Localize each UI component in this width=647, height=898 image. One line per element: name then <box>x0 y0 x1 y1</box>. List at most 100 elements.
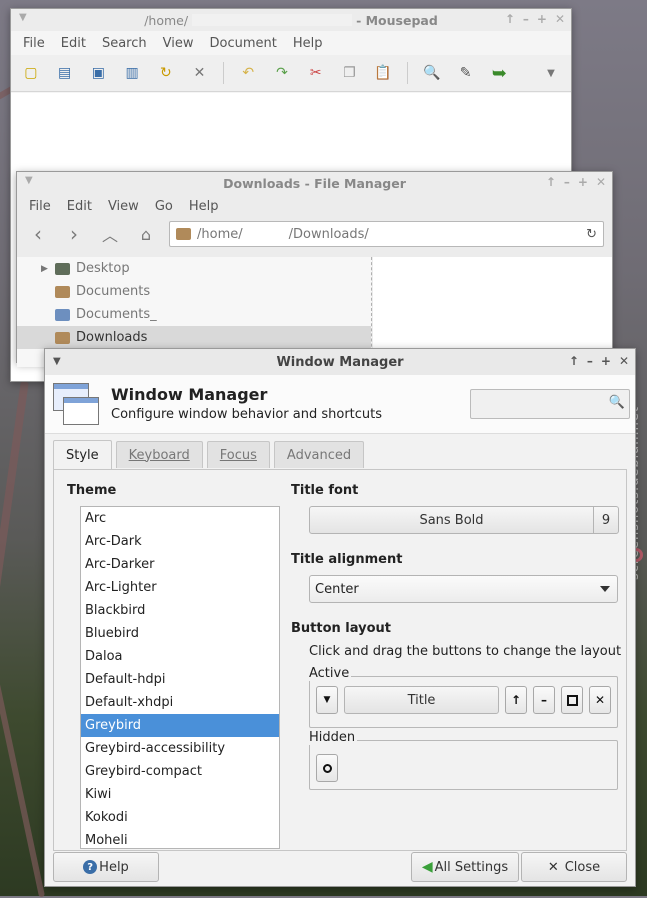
sidebar-item-downloads[interactable]: Downloads <box>17 326 371 349</box>
list-item-selected[interactable]: Greybird <box>81 714 279 737</box>
search-input[interactable]: 🔍 <box>470 389 630 419</box>
list-item[interactable]: Bluebird <box>81 622 279 645</box>
forward-icon[interactable]: › <box>61 222 87 246</box>
stick-button-slot[interactable] <box>316 754 338 782</box>
list-item[interactable]: Kokodi <box>81 806 279 829</box>
sidebar-item-documents[interactable]: Documents <box>17 280 371 303</box>
tab-keyboard[interactable]: Keyboard <box>115 441 203 468</box>
paste-icon[interactable]: 📋 <box>373 63 393 84</box>
maximize-icon <box>566 694 578 706</box>
overflow-arrow-icon[interactable]: ▼ <box>541 63 561 84</box>
window-menu-icon[interactable]: ▼ <box>53 356 61 367</box>
shade-icon[interactable]: ↑ <box>569 354 579 368</box>
menu-file[interactable]: File <box>21 199 59 214</box>
open-file-icon[interactable]: ▤ <box>55 63 75 84</box>
title-font-button[interactable]: Sans Bold <box>309 506 594 534</box>
close-button-label: Close <box>564 859 601 875</box>
list-item[interactable]: Greybird-accessibility <box>81 737 279 760</box>
menu-view[interactable]: View <box>155 36 202 51</box>
location-bar[interactable]: /home/ /Downloads/ ↻ <box>169 221 604 247</box>
list-item[interactable]: Daloa <box>81 645 279 668</box>
reload-icon[interactable]: ↻ <box>156 63 176 84</box>
dialog-header: Window Manager Configure window behavior… <box>45 375 635 434</box>
list-item[interactable]: Moheli <box>81 829 279 848</box>
menu-document[interactable]: Document <box>201 36 284 51</box>
back-icon[interactable]: ‹ <box>25 222 51 246</box>
menu-button-slot[interactable]: ▼ <box>316 686 338 714</box>
tab-advanced[interactable]: Advanced <box>273 441 365 468</box>
close-icon: ✕ <box>594 693 606 707</box>
close-icon[interactable]: ✕ <box>596 175 606 189</box>
close-icon[interactable]: ✕ <box>190 63 210 84</box>
window-menu-icon[interactable]: ▼ <box>19 12 27 23</box>
list-item[interactable]: Default-hdpi <box>81 668 279 691</box>
list-item[interactable]: Arc-Darker <box>81 553 279 576</box>
expander-icon[interactable]: ▶ <box>41 264 48 274</box>
sidebar-item-documents-alt[interactable]: Documents_ <box>17 303 371 326</box>
maximize-icon[interactable]: + <box>601 354 611 368</box>
maximize-icon[interactable]: + <box>578 175 588 189</box>
home-icon[interactable]: ⌂ <box>133 225 159 244</box>
minimize-icon[interactable]: – <box>523 12 529 26</box>
copy-icon[interactable]: ❐ <box>340 63 360 84</box>
sidebar-item-desktop[interactable]: ▶ Desktop <box>17 257 371 280</box>
tab-focus[interactable]: Focus <box>206 441 270 468</box>
shade-icon[interactable]: ↑ <box>505 12 515 26</box>
cut-icon[interactable]: ✂ <box>306 63 326 84</box>
file-manager-content[interactable] <box>373 257 612 362</box>
list-item[interactable]: Arc-Dark <box>81 530 279 553</box>
shade-icon[interactable]: ↑ <box>546 175 556 189</box>
window-buttons: ↑ – + ✕ <box>546 175 606 189</box>
new-file-icon[interactable]: ▢ <box>21 63 41 84</box>
list-item[interactable]: Kiwi <box>81 783 279 806</box>
mousepad-titlebar[interactable]: ▼ /home/ - Mousepad ↑ – + ✕ <box>11 9 571 31</box>
save-icon[interactable]: ▣ <box>88 63 108 84</box>
minimize-icon[interactable]: – <box>564 175 570 189</box>
menu-edit[interactable]: Edit <box>53 36 94 51</box>
file-manager-titlebar[interactable]: ▼ Downloads - File Manager ↑ – + ✕ <box>17 172 612 194</box>
find-icon[interactable]: 🔍 <box>422 63 442 84</box>
reload-icon[interactable]: ↻ <box>586 227 597 242</box>
redo-icon[interactable]: ↷ <box>272 63 292 84</box>
undo-icon[interactable]: ↶ <box>238 63 258 84</box>
file-manager-menubar: File Edit View Go Help <box>17 194 612 218</box>
title-slot-button[interactable]: Title <box>344 686 499 714</box>
shade-button-slot[interactable]: ↑ <box>505 686 527 714</box>
close-icon[interactable]: ✕ <box>555 12 565 26</box>
sidebar-item-label: Downloads <box>76 330 148 345</box>
close-button-slot[interactable]: ✕ <box>589 686 611 714</box>
maximize-button-slot[interactable] <box>561 686 583 714</box>
folder-icon <box>55 285 70 298</box>
list-item[interactable]: Greybird-compact <box>81 760 279 783</box>
menu-file[interactable]: File <box>15 36 53 51</box>
up-icon[interactable]: ︿ <box>97 222 123 246</box>
minimize-button-slot[interactable]: – <box>533 686 555 714</box>
window-manager-titlebar[interactable]: ▼ Window Manager ↑ – + ✕ <box>45 349 635 375</box>
menu-go[interactable]: Go <box>147 199 181 214</box>
toolbar-separator <box>223 62 225 84</box>
menu-help[interactable]: Help <box>285 36 331 51</box>
save-as-icon[interactable]: ▥ <box>122 63 142 84</box>
menu-view[interactable]: View <box>100 199 147 214</box>
find-replace-icon[interactable]: ✎ <box>456 63 476 84</box>
menu-edit[interactable]: Edit <box>59 199 100 214</box>
list-item[interactable]: Blackbird <box>81 599 279 622</box>
list-item[interactable]: Arc-Lighter <box>81 576 279 599</box>
close-icon[interactable]: ✕ <box>619 354 629 368</box>
title-font-size[interactable]: 9 <box>593 506 619 534</box>
chevron-down-icon <box>600 586 610 592</box>
list-item[interactable]: Default-xhdpi <box>81 691 279 714</box>
maximize-icon[interactable]: + <box>537 12 547 26</box>
window-menu-icon[interactable]: ▼ <box>25 175 33 186</box>
tab-style[interactable]: Style <box>53 440 112 469</box>
list-item[interactable]: Arc <box>81 507 279 530</box>
goto-icon[interactable]: ➥ <box>489 63 509 84</box>
theme-list[interactable]: Arc Arc-Dark Arc-Darker Arc-Lighter Blac… <box>80 506 280 849</box>
help-button[interactable]: ? Help <box>53 852 159 882</box>
title-alignment-select[interactable]: Center <box>309 575 618 603</box>
close-button[interactable]: ✕ Close <box>521 852 627 882</box>
menu-search[interactable]: Search <box>94 36 155 51</box>
all-settings-button[interactable]: ◀ All Settings <box>411 852 519 882</box>
minimize-icon[interactable]: – <box>587 354 593 368</box>
menu-help[interactable]: Help <box>181 199 227 214</box>
